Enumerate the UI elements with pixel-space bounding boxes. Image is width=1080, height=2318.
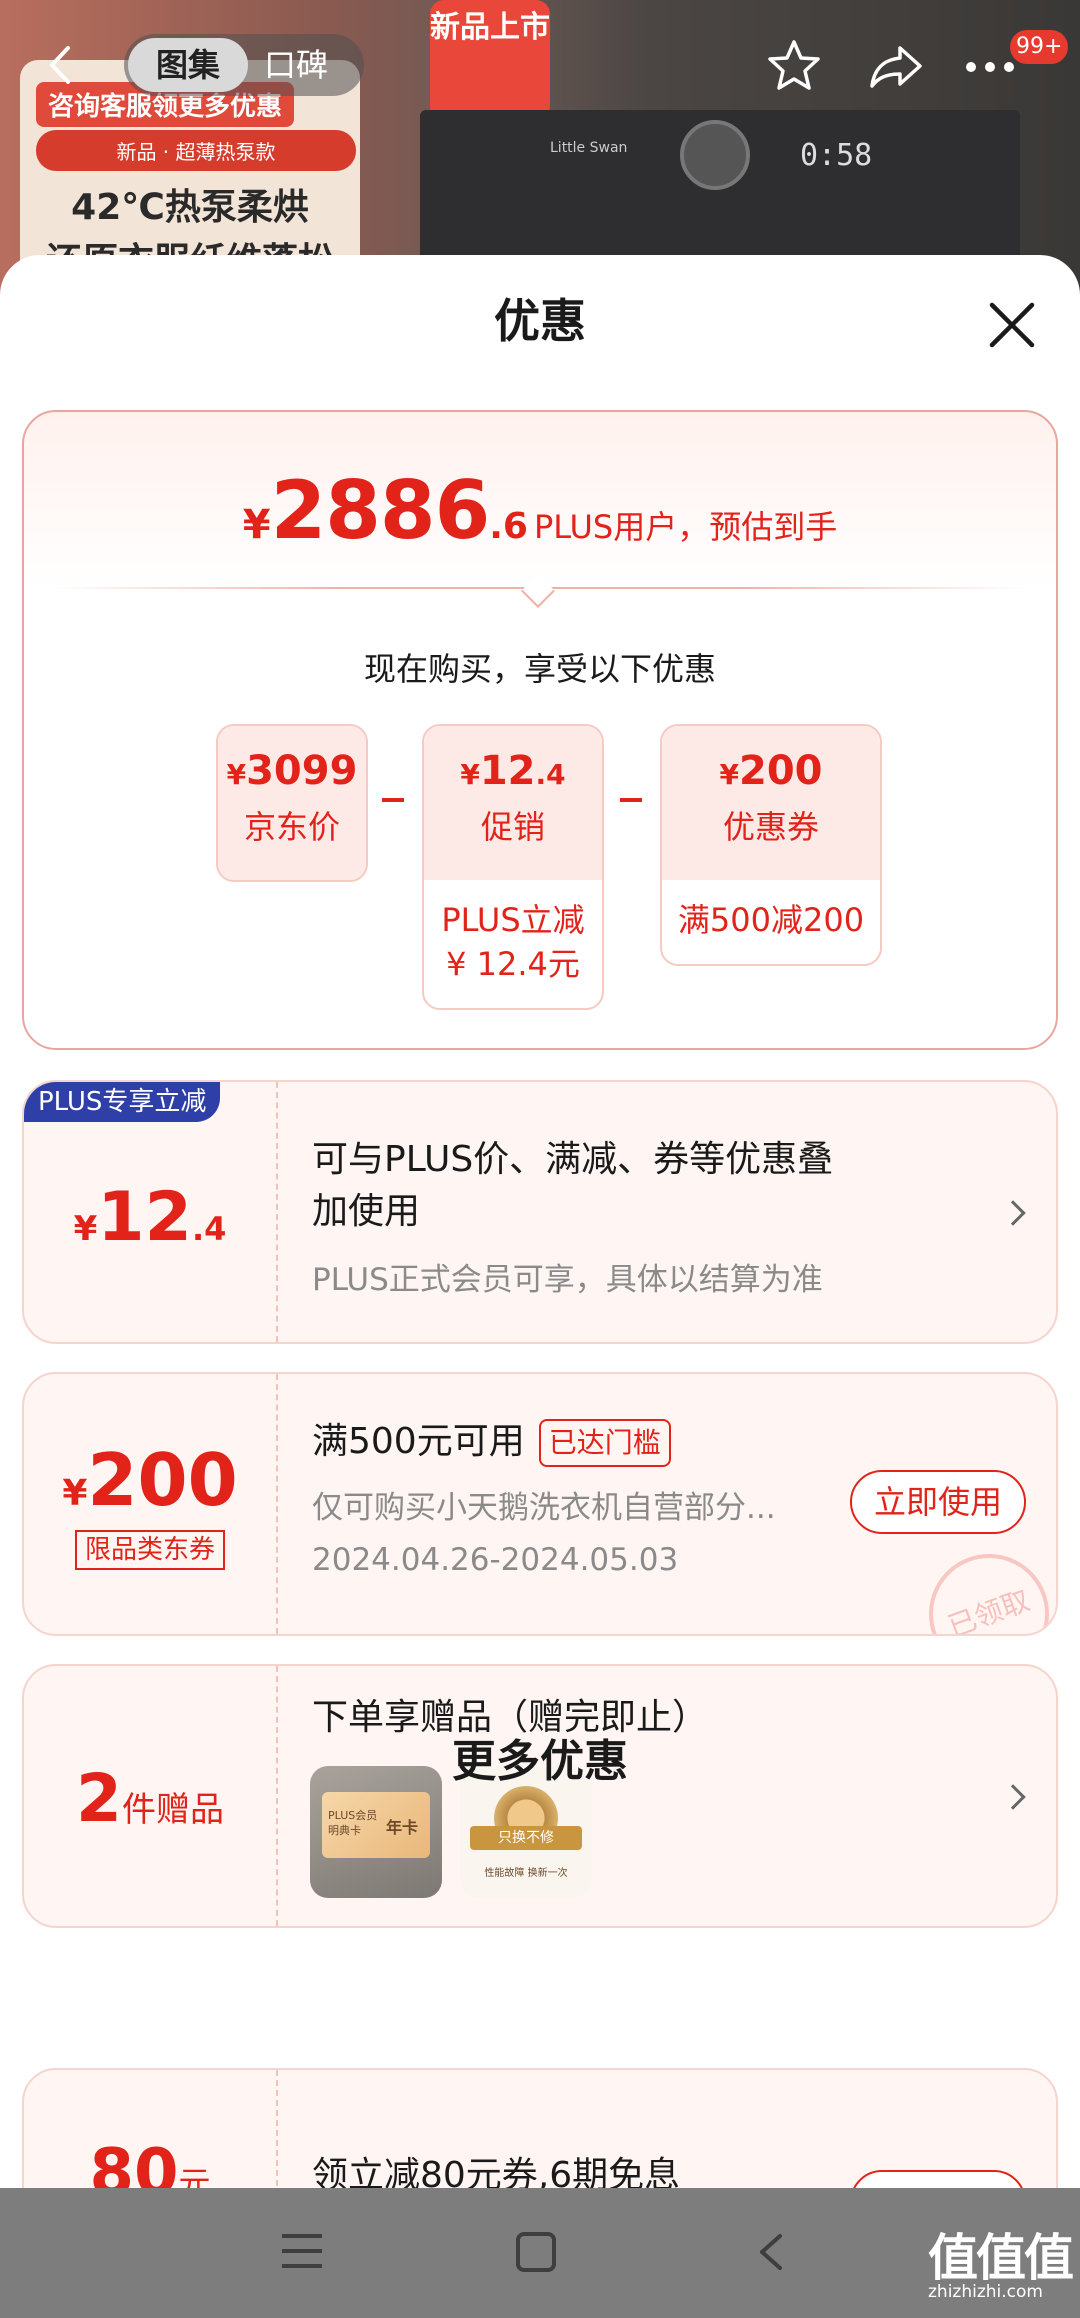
buy-now-text: 现在购买，享受以下优惠 [363,650,716,688]
more-offers-heading: 更多优惠 [452,1736,628,1787]
menu-line [282,2249,322,2253]
estimated-price: ¥2886.6 PLUS用户，预估到手 [24,464,1056,557]
plus-title: 可与PLUS价、满减、券等优惠叠 加使用 [312,1139,834,1232]
back-button[interactable] [40,40,90,90]
chevron-left-icon [50,46,70,84]
coupon-dates: 2024.04.26-2024.05.03 [312,1542,679,1578]
threshold-met-tag: 已达门槛 [538,1419,671,1467]
price-integer: 2886 [270,464,491,557]
price-currency: ¥ [242,502,271,548]
coupon-detail: 满500减200 [677,901,865,939]
chevron-left-icon [760,2234,782,2270]
coupon-label: 优惠券 [722,808,819,846]
washer-display: 0:58 [800,138,873,173]
jd-price-box: ¥3099 京东价 [216,724,368,882]
gift-count: 2件赠品 [76,1760,224,1837]
cart-badge: 99+ [1010,30,1069,64]
washer-dial [680,120,750,190]
tab-gallery[interactable]: 图集 [128,38,248,92]
washer-brand: Little Swan [550,140,628,156]
plus-subtitle: PLUS正式会员可享，具体以结算为准 [312,1262,823,1298]
dot-icon [1004,62,1014,72]
star-icon [768,40,820,90]
dot-icon [966,62,976,72]
jd-price-value: ¥3099 [226,748,358,794]
minus-sign [620,798,642,802]
share-button[interactable] [866,36,926,96]
share-icon [870,46,922,88]
promo-value: ¥12.4 [460,748,566,794]
close-icon [989,302,1035,348]
coupon-amount: ¥200 限品类东券 [24,1374,276,1634]
poster-line-3: 42℃热泵柔烘 [71,187,309,228]
dashed-divider [276,1666,278,1926]
coupon-value: ¥200 [719,748,823,794]
plus-discount-card[interactable]: PLUS专享立减 ¥12.4 可与PLUS价、满减、券等优惠叠 加使用 PLUS… [22,1080,1058,1344]
menu-line [282,2264,322,2268]
system-nav-bar: 值值值 zhizhizhi.com [0,2188,1080,2318]
system-back-button[interactable] [752,2232,792,2272]
chevron-right-icon [1000,1200,1026,1226]
claimed-stamp: 已领取 [912,1537,1056,1634]
coupon-title: 满500元可用 已达门槛 [312,1416,671,1468]
watermark-logo: 值值值 [928,2229,1074,2287]
gallery-tabs: 图集 口碑 [124,34,364,96]
promo-box: ¥12.4 促销 PLUS立减 ¥ 12.4元 [422,724,604,1010]
recent-apps-button[interactable] [282,2234,322,2270]
minus-sign [382,798,404,802]
plus-amount: ¥12.4 [73,1178,227,1257]
dot-icon [985,62,995,72]
tab-reviews[interactable]: 口碑 [264,38,364,92]
menu-line [282,2234,322,2238]
promo-label: 促销 [480,808,545,846]
coupon-card[interactable]: ¥200 限品类东券 满500元可用 已达门槛 仅可购买小天鹅洗衣机自营部分...… [22,1372,1058,1636]
use-now-button[interactable]: 立即使用 [850,1470,1026,1534]
promo-detail: PLUS立减 ¥ 12.4元 [441,901,585,983]
price-decimal: .6 [489,506,528,547]
jd-price-label: 京东价 [243,808,340,846]
poster-line-2: 新品 · 超薄热泵款 [36,130,356,171]
category-limit-tag: 限品类东券 [74,1530,225,1570]
price-summary-card: ¥2886.6 PLUS用户，预估到手 现在购买，享受以下优惠 ¥3099 京东价… [22,410,1058,1050]
favorite-button[interactable] [764,36,824,96]
dashed-divider [276,1082,278,1342]
home-button[interactable] [516,2232,556,2272]
close-button[interactable] [984,297,1040,353]
price-note: PLUS用户，预估到手 [533,508,838,546]
coupon-box: ¥200 优惠券 满500减200 [660,724,882,966]
coupon-desc: 仅可购买小天鹅洗衣机自营部分... [312,1490,776,1526]
gift-card[interactable]: 2件赠品 下单享赠品（赠完即止） PLUS会员 明典卡 年卡 只换不修 性能故障 … [22,1664,1058,1928]
top-bar: 图集 口碑 99+ [0,30,1080,100]
sheet-title: 优惠 [494,294,586,348]
watermark-site: zhizhizhi.com [928,2282,1043,2302]
divider-notch [521,574,555,608]
discount-sheet: 优惠 ¥2886.6 PLUS用户，预估到手 现在购买，享受以下优惠 ¥3099 … [0,255,1080,2318]
dashed-divider [276,1374,278,1634]
